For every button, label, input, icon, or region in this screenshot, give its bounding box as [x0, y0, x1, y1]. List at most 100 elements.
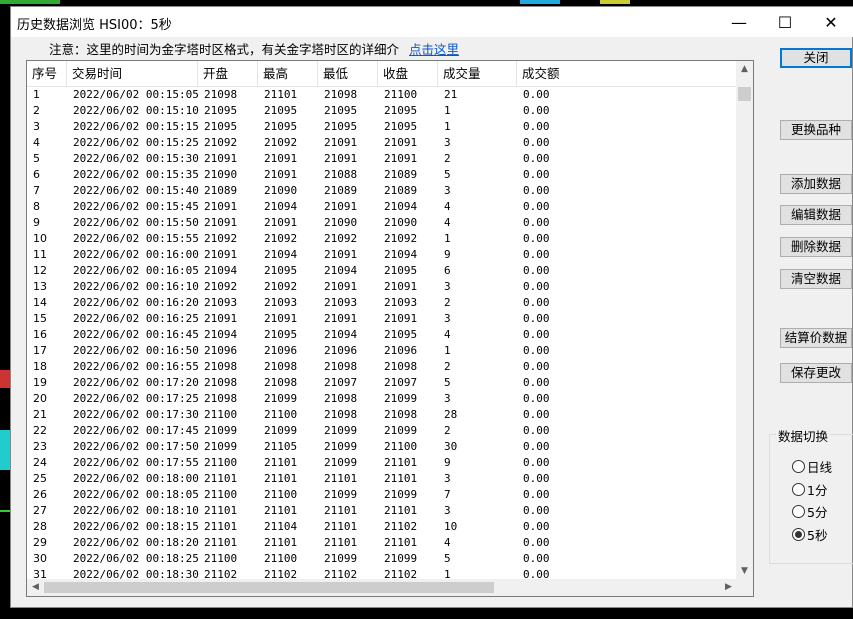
- notice-link[interactable]: 点击这里: [409, 42, 459, 57]
- table-row[interactable]: 24 2022/06/02 00:17:55 21100 21101 21099 2110…: [27, 455, 739, 471]
- table-cell: 0.00: [523, 104, 550, 117]
- change-symbol-button[interactable]: 更换品种: [780, 120, 852, 140]
- table-cell: 21095: [384, 104, 418, 117]
- add-data-button[interactable]: 添加数据: [780, 174, 852, 194]
- scroll-left-icon[interactable]: ◀: [27, 579, 44, 596]
- table-cell: 28: [33, 520, 47, 533]
- table-row[interactable]: 3 2022/06/02 00:15:15 21095 21095 21095 21095…: [27, 119, 739, 135]
- table-cell: 2022/06/02 00:18:05: [73, 488, 199, 501]
- table-row[interactable]: 27 2022/06/02 00:18:10 21101 21101 21101 2110…: [27, 503, 739, 519]
- table-cell: 0.00: [523, 120, 550, 133]
- column-header[interactable]: 最低: [318, 61, 378, 87]
- column-header[interactable]: 最高: [258, 61, 318, 87]
- table-cell: 21104: [264, 520, 298, 533]
- close-button[interactable]: 关闭: [780, 48, 852, 68]
- column-header[interactable]: 成交量: [438, 61, 517, 87]
- radio-daily[interactable]: 日线: [792, 458, 833, 475]
- table-cell: 21101: [264, 504, 298, 517]
- scroll-right-icon[interactable]: ▶: [720, 579, 737, 596]
- table-row[interactable]: 1 2022/06/02 00:15:05 21098 21101 21098 21100…: [27, 87, 739, 103]
- table-row[interactable]: 14 2022/06/02 00:16:20 21093 21093 21093 2109…: [27, 295, 739, 311]
- table-row[interactable]: 21 2022/06/02 00:17:30 21100 21100 21098 2109…: [27, 407, 739, 423]
- table-cell: 21094: [264, 248, 298, 261]
- table-row[interactable]: 23 2022/06/02 00:17:50 21099 21105 21099 2110…: [27, 439, 739, 455]
- table-cell: 1: [444, 344, 451, 357]
- table-cell: 21094: [204, 264, 238, 277]
- edit-data-button[interactable]: 编辑数据: [780, 205, 852, 225]
- table-cell: 21093: [384, 296, 418, 309]
- clear-data-button[interactable]: 清空数据: [780, 269, 852, 289]
- vertical-scrollbar[interactable]: ▲ ▼: [736, 61, 753, 579]
- table-cell: 28: [444, 408, 458, 421]
- table-row[interactable]: 22 2022/06/02 00:17:45 21099 21099 21099 2109…: [27, 423, 739, 439]
- radio-1min[interactable]: 1分: [792, 481, 827, 498]
- table-cell: 21098: [204, 376, 238, 389]
- data-table[interactable]: 序号 交易时间 开盘 最高 最低 收盘 成交量 成交额 1 2022/06/02 00:15:0…: [26, 60, 754, 597]
- table-cell: 0.00: [523, 200, 550, 213]
- table-cell: 19: [33, 376, 47, 389]
- table-cell: 21098: [204, 88, 238, 101]
- table-cell: 21101: [384, 536, 418, 549]
- table-row[interactable]: 18 2022/06/02 00:16:55 21098 21098 21098 2109…: [27, 359, 739, 375]
- table-cell: 21092: [264, 280, 298, 293]
- table-cell: 21097: [384, 376, 418, 389]
- table-cell: 21098: [324, 360, 358, 373]
- table-row[interactable]: 13 2022/06/02 00:16:10 21092 21092 21091 2109…: [27, 279, 739, 295]
- save-changes-button[interactable]: 保存更改: [780, 363, 852, 383]
- table-cell: 2022/06/02 00:16:10: [73, 280, 199, 293]
- table-row[interactable]: 30 2022/06/02 00:18:25 21100 21100 21099 2109…: [27, 551, 739, 567]
- table-row[interactable]: 6 2022/06/02 00:15:35 21090 21091 21088 21089…: [27, 167, 739, 183]
- table-row[interactable]: 2 2022/06/02 00:15:10 21095 21095 21095 21095…: [27, 103, 739, 119]
- minimize-icon: —: [731, 12, 747, 32]
- delete-data-button[interactable]: 删除数据: [780, 237, 852, 257]
- table-row[interactable]: 9 2022/06/02 00:15:50 21091 21091 21090 21090…: [27, 215, 739, 231]
- table-row[interactable]: 17 2022/06/02 00:16:50 21096 21096 21096 2109…: [27, 343, 739, 359]
- table-cell: 2: [444, 296, 451, 309]
- horizontal-scroll-thumb[interactable]: [44, 582, 494, 593]
- table-row[interactable]: 25 2022/06/02 00:18:00 21101 21101 21101 2110…: [27, 471, 739, 487]
- table-cell: 30: [33, 552, 47, 565]
- table-row[interactable]: 15 2022/06/02 00:16:25 21091 21091 21091 2109…: [27, 311, 739, 327]
- radio-label: 日线: [807, 459, 833, 475]
- column-header[interactable]: 交易时间: [67, 61, 198, 87]
- table-row[interactable]: 12 2022/06/02 00:16:05 21094 21095 21094 2109…: [27, 263, 739, 279]
- table-cell: 21099: [384, 392, 418, 405]
- timezone-notice: 注意：这里的时间为金字塔时区格式，有关金字塔时区的详细介 点击这里: [49, 39, 459, 58]
- table-row[interactable]: 10 2022/06/02 00:15:55 21092 21092 21092 2109…: [27, 231, 739, 247]
- close-window-button[interactable]: ✕: [808, 7, 853, 37]
- vertical-scroll-thumb[interactable]: [738, 87, 751, 101]
- minimize-button[interactable]: —: [716, 7, 762, 37]
- radio-5sec[interactable]: 5秒: [792, 526, 827, 543]
- table-row[interactable]: 4 2022/06/02 00:15:25 21092 21092 21091 21091…: [27, 135, 739, 151]
- column-header[interactable]: 开盘: [198, 61, 258, 87]
- window-title: 历史数据浏览 HSI00：5秒: [17, 18, 172, 33]
- table-cell: 21089: [384, 184, 418, 197]
- table-row[interactable]: 5 2022/06/02 00:15:30 21091 21091 21091 21091…: [27, 151, 739, 167]
- settlement-data-button[interactable]: 结算价数据: [780, 328, 852, 348]
- table-cell: 21099: [324, 440, 358, 453]
- table-cell: 21091: [324, 248, 358, 261]
- radio-5min[interactable]: 5分: [792, 503, 827, 520]
- table-cell: 0.00: [523, 168, 550, 181]
- table-row[interactable]: 8 2022/06/02 00:15:45 21091 21094 21091 21094…: [27, 199, 739, 215]
- table-cell: 21091: [324, 312, 358, 325]
- column-header[interactable]: 成交额: [517, 61, 737, 87]
- maximize-button[interactable]: ☐: [762, 7, 808, 37]
- horizontal-scrollbar[interactable]: ◀ ▶: [27, 579, 737, 596]
- table-row[interactable]: 28 2022/06/02 00:18:15 21101 21104 21101 2110…: [27, 519, 739, 535]
- table-row[interactable]: 29 2022/06/02 00:18:20 21101 21101 21101 2110…: [27, 535, 739, 551]
- table-cell: 3: [444, 136, 451, 149]
- table-cell: 21101: [264, 472, 298, 485]
- table-row[interactable]: 7 2022/06/02 00:15:40 21089 21090 21089 21089…: [27, 183, 739, 199]
- table-cell: 21095: [384, 264, 418, 277]
- scroll-up-icon[interactable]: ▲: [736, 61, 753, 77]
- table-cell: 21091: [204, 200, 238, 213]
- table-row[interactable]: 20 2022/06/02 00:17:25 21098 21099 21098 2109…: [27, 391, 739, 407]
- table-row[interactable]: 19 2022/06/02 00:17:20 21098 21098 21097 2109…: [27, 375, 739, 391]
- table-cell: 30: [444, 440, 458, 453]
- column-header[interactable]: 序号: [27, 61, 67, 87]
- table-row[interactable]: 11 2022/06/02 00:16:00 21091 21094 21091 2109…: [27, 247, 739, 263]
- column-header[interactable]: 收盘: [378, 61, 438, 87]
- table-row[interactable]: 26 2022/06/02 00:18:05 21100 21100 21099 2109…: [27, 487, 739, 503]
- table-row[interactable]: 16 2022/06/02 00:16:45 21094 21095 21094 2109…: [27, 327, 739, 343]
